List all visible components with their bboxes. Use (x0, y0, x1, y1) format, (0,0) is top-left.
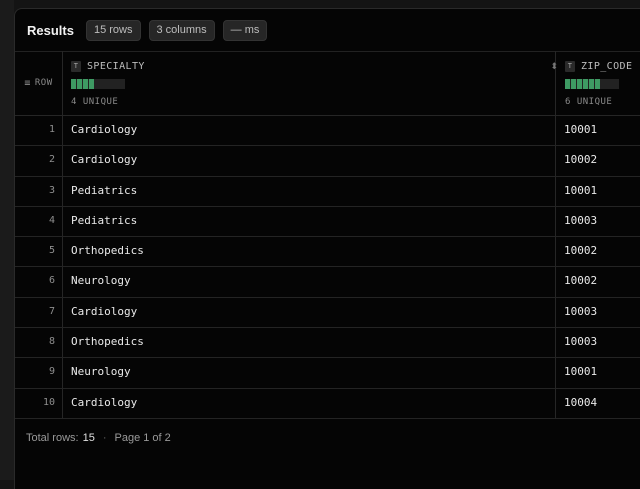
specialty-cell[interactable]: Neurology (71, 365, 131, 378)
column-divider (62, 297, 63, 328)
row-number: 6 (48, 275, 55, 287)
column-divider (555, 328, 556, 358)
text-type-icon: T (71, 61, 81, 72)
column-divider (62, 358, 63, 388)
specialty-cell[interactable]: Neurology (71, 274, 131, 287)
unique-bar-segment (71, 79, 76, 89)
results-footer: Total rows: 15 · Page 1 of 2 (26, 432, 171, 444)
column-divider (555, 388, 556, 418)
text-type-icon: T (565, 61, 575, 72)
column-divider (555, 116, 556, 146)
unique-bar-segment (589, 79, 594, 89)
row-column-label: ROW (34, 78, 53, 88)
column-divider (62, 116, 63, 146)
column-divider (62, 237, 63, 267)
column-divider (555, 146, 556, 176)
table-row[interactable]: 6 Neurology 10002 (15, 267, 640, 298)
column-divider (555, 358, 556, 388)
specialty-unique-count: 4 UNIQUE (71, 97, 119, 107)
footer-separator: · (102, 432, 107, 444)
row-number: 9 (48, 366, 55, 378)
specialty-cell[interactable]: Cardiology (71, 305, 137, 318)
row-number: 7 (48, 305, 55, 317)
results-header: Results 15 rows 3 columns — ms (15, 9, 640, 52)
row-count-badge: 15 rows (85, 19, 141, 41)
zip-code-cell[interactable]: 10003 (564, 335, 597, 348)
unique-bar-segment (89, 79, 94, 89)
column-divider (62, 328, 63, 358)
zip-code-cell[interactable]: 10003 (564, 214, 597, 227)
specialty-unique-bar (71, 79, 125, 89)
zip-code-cell[interactable]: 10001 (564, 184, 597, 197)
unique-bar-segment (77, 79, 82, 89)
column-divider (555, 176, 556, 206)
row-number: 2 (48, 154, 55, 166)
results-title: Results (27, 22, 74, 38)
zip-code-column-header[interactable]: T ZIP_CODE 6 UNIQUE (556, 51, 640, 116)
unique-bar-segment (83, 79, 88, 89)
specialty-cell[interactable]: Cardiology (71, 123, 137, 136)
row-number: 10 (42, 396, 55, 408)
specialty-cell[interactable]: Cardiology (71, 153, 137, 166)
row-number: 1 (48, 124, 55, 135)
rows-icon: ≡ (24, 77, 31, 89)
specialty-column-header[interactable]: T SPECIALTY ⬍ 4 UNIQUE (62, 51, 558, 116)
row-number: 5 (48, 245, 55, 257)
table-row[interactable]: 5 Orthopedics 10002 (15, 237, 640, 268)
zip-code-cell[interactable]: 10002 (564, 153, 597, 166)
row-number: 4 (48, 214, 55, 226)
specialty-cell[interactable]: Pediatrics (71, 214, 137, 227)
column-divider (62, 146, 63, 176)
table-row[interactable]: 8 Orthopedics 10003 (15, 328, 640, 359)
table-row[interactable]: 4 Pediatrics 10003 (15, 206, 640, 238)
table-row[interactable]: 9 Neurology 10001 (15, 358, 640, 389)
column-divider (555, 267, 556, 297)
table-row[interactable]: 2 Cardiology 10002 (15, 146, 640, 177)
zip-code-unique-count: 6 UNIQUE (565, 97, 613, 107)
column-divider (62, 388, 63, 418)
zip-code-cell[interactable]: 10001 (564, 123, 597, 136)
zip-code-unique-bar (565, 79, 619, 89)
specialty-cell[interactable]: Pediatrics (71, 184, 137, 197)
zip-code-cell[interactable]: 10001 (564, 365, 597, 378)
table-row[interactable]: 1 Cardiology 10001 (15, 116, 640, 147)
column-divider (62, 267, 63, 297)
unique-bar-segment (565, 79, 570, 89)
total-rows-label: Total rows: (26, 432, 79, 444)
zip-code-cell[interactable]: 10004 (564, 396, 597, 409)
specialty-cell[interactable]: Cardiology (71, 396, 137, 409)
total-rows-value: 15 (82, 432, 95, 444)
pagination-label[interactable]: Page 1 of 2 (115, 432, 171, 444)
zip-code-cell[interactable]: 10003 (564, 305, 597, 318)
specialty-cell[interactable]: Orthopedics (71, 335, 144, 348)
unique-bar-segment (595, 79, 600, 89)
specialty-column-name: SPECIALTY (87, 61, 145, 72)
column-divider (62, 176, 63, 206)
row-number: 3 (48, 184, 55, 196)
zip-code-cell[interactable]: 10002 (564, 274, 597, 287)
zip-code-cell[interactable]: 10002 (564, 244, 597, 257)
column-divider (555, 206, 556, 237)
zip-code-column-name: ZIP_CODE (581, 61, 633, 72)
specialty-cell[interactable]: Orthopedics (71, 244, 144, 257)
row-column-header: ≡ ROW (15, 51, 63, 116)
table-row[interactable]: 7 Cardiology 10003 (15, 297, 640, 329)
table-row[interactable]: 3 Pediatrics 10001 (15, 176, 640, 207)
unique-bar-segment (577, 79, 582, 89)
unique-bar-segment (583, 79, 588, 89)
column-divider (62, 206, 63, 237)
column-count-badge: 3 columns (148, 19, 215, 41)
column-divider (555, 297, 556, 328)
unique-bar-segment (571, 79, 576, 89)
table-row[interactable]: 10 Cardiology 10004 (15, 388, 640, 419)
column-divider (555, 237, 556, 267)
results-panel: Results 15 rows 3 columns — ms ≡ ROW T S… (14, 8, 640, 489)
results-table-body: 1 Cardiology 10001 2 Cardiology 10002 3 Pediatr… (15, 116, 640, 419)
background-window-edge (0, 0, 14, 480)
row-number: 8 (48, 336, 55, 348)
timing-badge: — ms (222, 19, 268, 41)
